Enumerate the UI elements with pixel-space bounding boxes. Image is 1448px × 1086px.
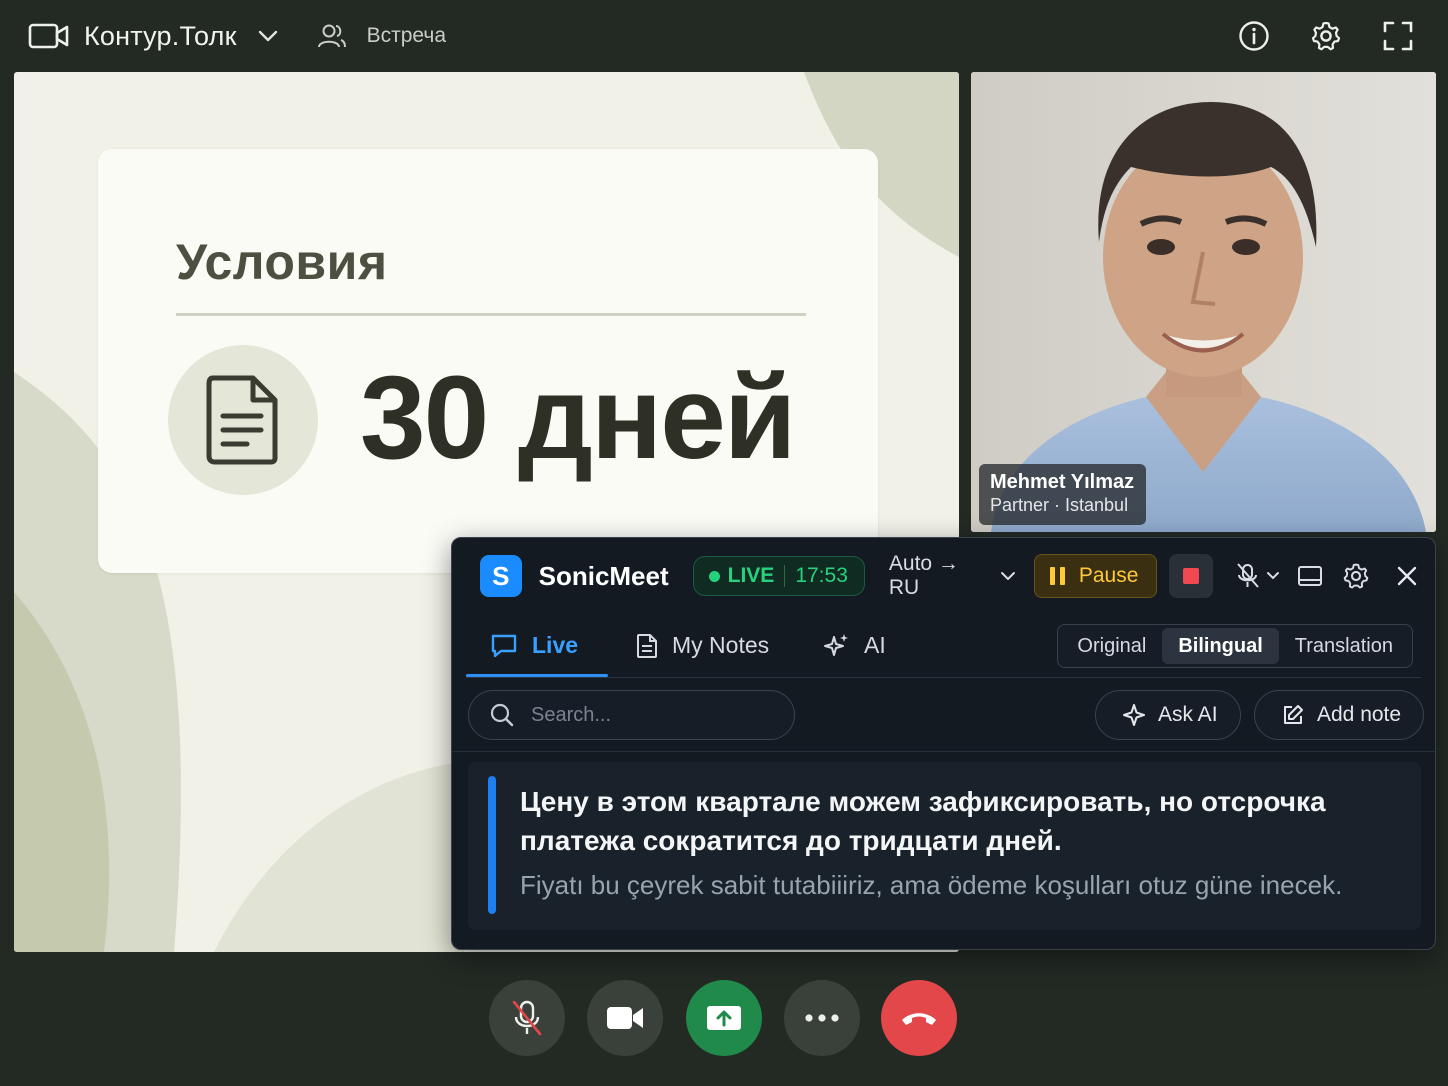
live-status-badge: LIVE 17:53 xyxy=(692,556,865,596)
live-divider xyxy=(784,565,786,587)
caption-original: Fiyatı bu çeyrek sabit tutabiiiriz, ama … xyxy=(520,870,1343,900)
participant-name-tag: Mehmet Yılmaz Partner · Istanbul xyxy=(979,464,1147,525)
sonicmeet-logo: S xyxy=(480,555,522,597)
sonicmeet-panel: S SonicMeet LIVE 17:53 Auto → RU Pause L… xyxy=(451,537,1436,950)
slide-title: Условия xyxy=(176,234,388,290)
panel-header: S SonicMeet LIVE 17:53 Auto → RU Pause xyxy=(452,538,1435,614)
camera-button[interactable] xyxy=(587,980,663,1056)
tab-live[interactable]: Live xyxy=(490,614,578,677)
tab-my-notes[interactable]: My Notes xyxy=(636,614,769,677)
live-label: LIVE xyxy=(727,564,775,587)
participant-name: Mehmet Yılmaz xyxy=(990,471,1135,493)
pause-icon xyxy=(1049,566,1067,586)
more-options-button[interactable] xyxy=(784,980,860,1056)
ask-ai-button[interactable]: Ask AI xyxy=(1095,690,1241,740)
top-bar: Контур.Толк Встреча xyxy=(0,0,1448,72)
sparkle-icon xyxy=(1122,703,1146,727)
chevron-down-icon xyxy=(1000,571,1016,581)
video-camera-icon xyxy=(28,22,70,50)
ask-ai-label: Ask AI xyxy=(1158,703,1218,726)
participant-portrait xyxy=(971,72,1436,532)
search-icon xyxy=(489,702,515,728)
pause-label: Pause xyxy=(1078,564,1139,587)
fullscreen-icon[interactable] xyxy=(1382,20,1414,52)
brand-name: SonicMeet xyxy=(538,560,669,591)
users-icon xyxy=(317,22,347,50)
active-tab-indicator xyxy=(466,674,608,677)
video-icon xyxy=(606,1004,644,1032)
app-switcher[interactable]: Контур.Толк Встреча xyxy=(28,21,446,52)
tab-ai[interactable]: AI xyxy=(822,614,886,677)
document-icon xyxy=(636,633,658,659)
share-screen-button[interactable] xyxy=(686,980,762,1056)
view-mode-switch: Original Bilingual Translation xyxy=(1057,624,1413,668)
stop-icon xyxy=(1183,568,1200,584)
more-icon xyxy=(804,1013,840,1023)
pause-button[interactable]: Pause xyxy=(1033,554,1158,598)
slide-divider xyxy=(176,313,806,316)
language-label: Auto → RU xyxy=(888,552,959,599)
chat-bubble-icon xyxy=(490,633,518,659)
tab-my-notes-label: My Notes xyxy=(672,632,770,658)
app-name: Контур.Толк xyxy=(84,20,237,51)
mute-mic-button[interactable] xyxy=(489,980,565,1056)
gear-icon[interactable] xyxy=(1310,20,1342,52)
view-mode-original[interactable]: Original xyxy=(1061,628,1162,664)
tab-ai-label: AI xyxy=(864,632,886,658)
tab-live-label: Live xyxy=(532,632,579,658)
chevron-down-icon[interactable] xyxy=(257,29,279,43)
mic-muted-icon[interactable] xyxy=(1229,562,1287,590)
minimize-window-icon[interactable] xyxy=(1287,564,1333,588)
participant-video[interactable]: Mehmet Yılmaz Partner · Istanbul xyxy=(971,72,1436,532)
add-note-button[interactable]: Add note xyxy=(1254,690,1425,740)
add-note-label: Add note xyxy=(1317,703,1402,726)
gear-icon[interactable] xyxy=(1333,562,1379,590)
share-screen-icon xyxy=(705,1003,743,1033)
edit-icon xyxy=(1281,703,1305,727)
call-controls xyxy=(0,980,1448,1056)
caption-translation: Цену в этом квартале можем зафиксировать… xyxy=(520,786,1326,856)
search-box xyxy=(468,690,795,740)
close-icon[interactable] xyxy=(1379,565,1435,587)
elapsed-time: 17:53 xyxy=(795,564,848,587)
hang-up-button[interactable] xyxy=(881,980,957,1056)
meeting-label: Встреча xyxy=(366,24,447,47)
live-dot-icon xyxy=(708,570,720,582)
mic-muted-icon xyxy=(510,999,544,1037)
language-selector[interactable]: Auto → RU xyxy=(889,552,1016,600)
slide-headline: 30 дней xyxy=(360,352,796,484)
sparkle-icon xyxy=(822,632,850,660)
caption-accent-bar xyxy=(488,776,496,914)
panel-tabs: Live My Notes AI Original Bilingual Tran… xyxy=(466,614,1421,678)
stop-recording-button[interactable] xyxy=(1169,554,1213,598)
search-input[interactable] xyxy=(531,703,761,727)
view-mode-translation[interactable]: Translation xyxy=(1279,628,1409,664)
document-icon xyxy=(205,374,281,466)
hang-up-icon xyxy=(899,1008,939,1028)
info-icon[interactable] xyxy=(1238,20,1270,52)
slide-icon-badge xyxy=(168,345,318,495)
slide-card: Условия 30 дней xyxy=(98,149,878,573)
panel-toolbar: Ask AI Add note xyxy=(452,678,1435,752)
live-caption: Цену в этом квартале можем зафиксировать… xyxy=(468,762,1421,930)
view-mode-bilingual[interactable]: Bilingual xyxy=(1162,628,1279,664)
participant-role: Partner · Istanbul xyxy=(990,495,1129,515)
